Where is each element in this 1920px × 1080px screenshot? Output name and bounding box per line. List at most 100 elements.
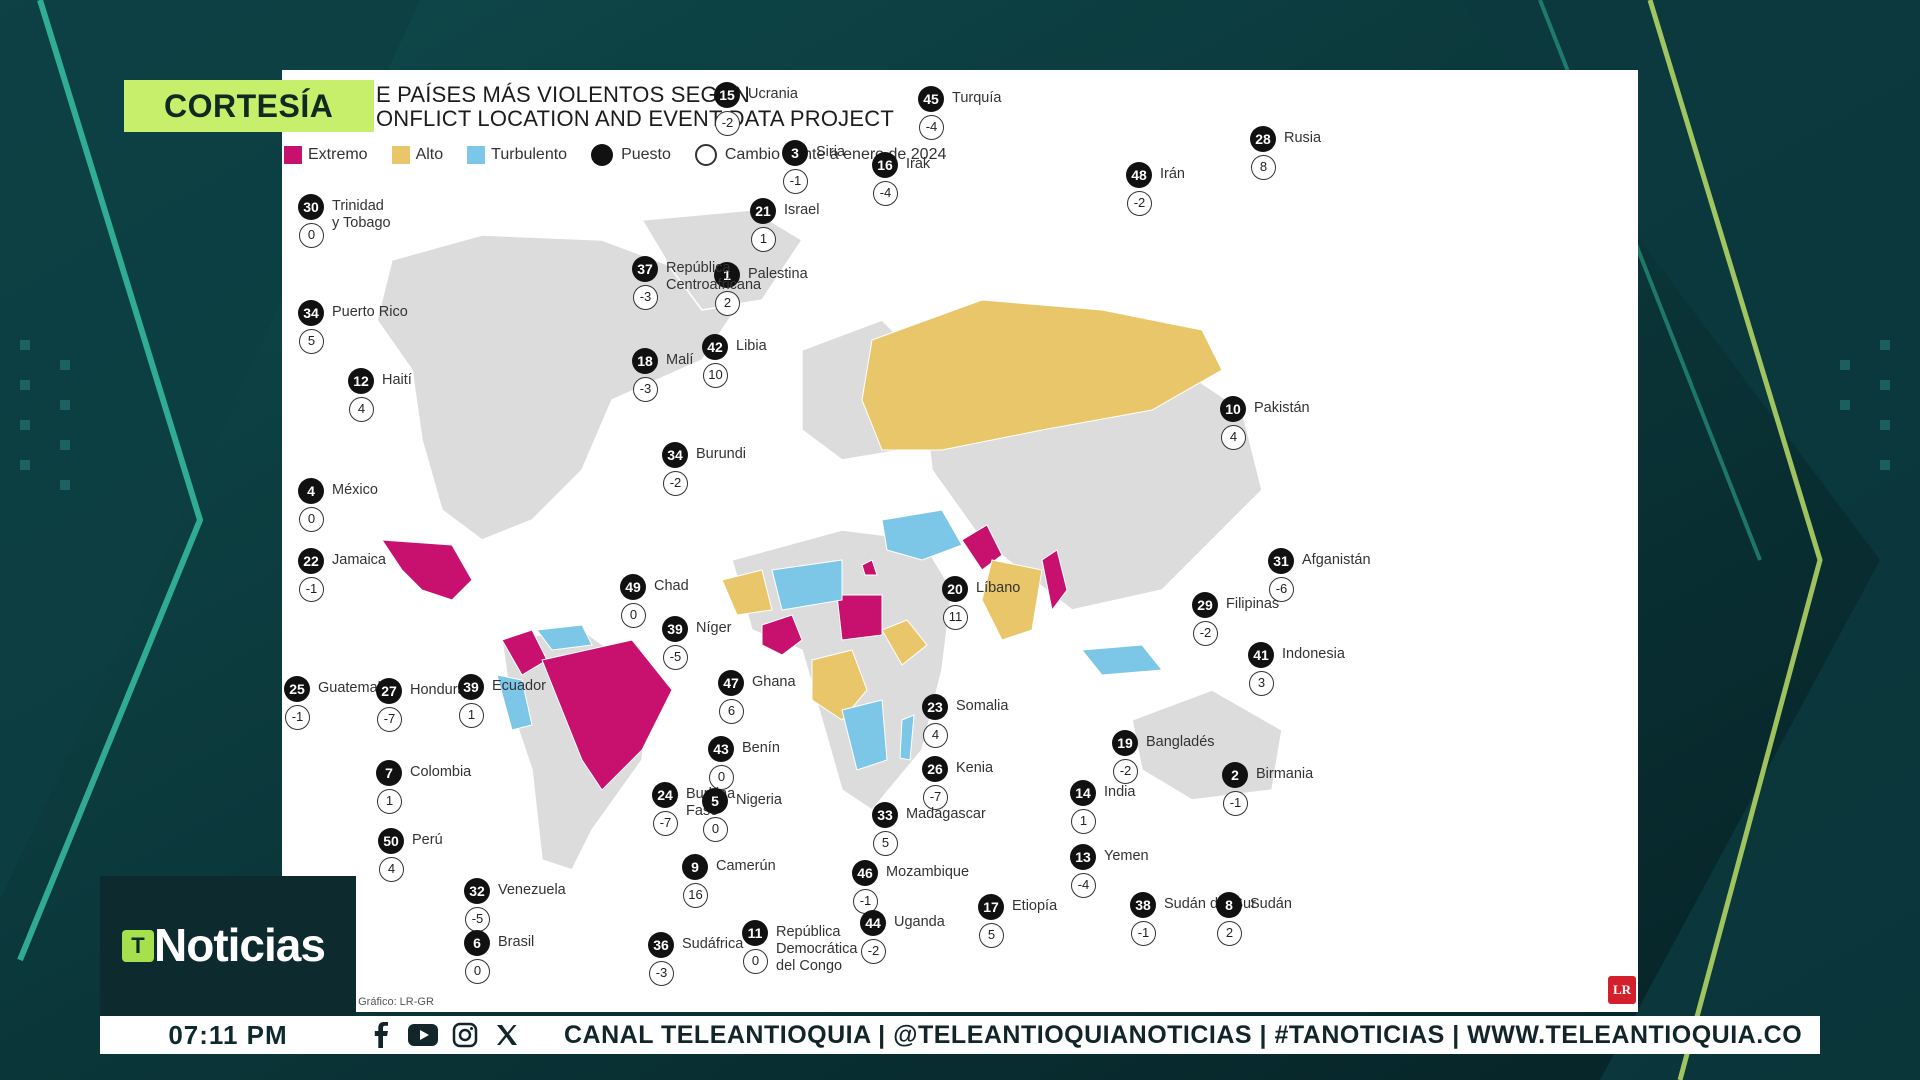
country-name: Yemen [1104, 848, 1149, 864]
rank-badge: 29 [1192, 592, 1218, 618]
country-marker: 12 4 Haití [348, 368, 558, 428]
country-marker: 22 -1 Jamaica [298, 548, 508, 608]
rank-badge: 36 [648, 932, 674, 958]
rank-badge: 11 [742, 920, 768, 946]
country-name: Ecuador [492, 678, 547, 694]
rank-badge: 48 [1126, 162, 1152, 188]
change-badge: 8 [1251, 155, 1276, 180]
country-name: Ucrania [748, 86, 798, 102]
country-marker: 7 1 Colombia [376, 760, 586, 820]
rank-badge: 2 [1222, 762, 1248, 788]
rank-badge: 26 [922, 756, 948, 782]
facebook-icon [364, 1020, 398, 1050]
change-badge: -3 [633, 285, 658, 310]
country-marker: 8 2 Sudán [1216, 892, 1426, 952]
rank-badge: 14 [1070, 780, 1096, 806]
country-marker: 41 3 Indonesia [1248, 642, 1458, 702]
ticker-text: CANAL TELEANTIOQUIA | @TELEANTIOQUIANOTI… [564, 1020, 1803, 1049]
change-badge: -4 [919, 115, 944, 140]
rank-badge: 28 [1250, 126, 1276, 152]
change-badge: -1 [1223, 791, 1248, 816]
country-marker: 4 0 México [298, 478, 508, 538]
change-badge: 3 [1249, 671, 1274, 696]
country-marker: 39 1 Ecuador [458, 674, 668, 734]
change-badge: 4 [923, 723, 948, 748]
country-name: Níger [696, 620, 732, 636]
rank-badge: 4 [298, 478, 324, 504]
country-name: Libia [736, 338, 767, 354]
change-badge: -3 [649, 961, 674, 986]
country-marker: 33 5 Madagascar [872, 802, 1082, 862]
rank-badge: 6 [464, 930, 490, 956]
country-name: Camerún [716, 858, 776, 874]
country-name: Trinidad y Tobago [332, 198, 391, 231]
lr-logo: LR [1608, 976, 1636, 1004]
change-badge: 0 [465, 959, 490, 984]
broadcast-clock: 07:11 PM [100, 1016, 356, 1054]
country-marker: 45 -4 Turquía [918, 86, 1128, 146]
country-marker: 39 -5 Níger [662, 616, 872, 676]
change-badge: -1 [783, 169, 808, 194]
rank-badge: 39 [662, 616, 688, 642]
country-name: Israel [784, 202, 820, 218]
rank-badge: 33 [872, 802, 898, 828]
rank-badge: 21 [750, 198, 776, 224]
rank-badge: 20 [942, 576, 968, 602]
country-name: Puerto Rico [332, 304, 408, 320]
change-badge: 5 [979, 923, 1004, 948]
change-badge: 16 [683, 883, 708, 908]
instagram-icon [448, 1020, 482, 1050]
country-name: Sudáfrica [682, 936, 744, 952]
country-name: Bangladés [1146, 734, 1215, 750]
country-name: Ghana [752, 674, 796, 690]
change-badge: -5 [663, 645, 688, 670]
change-badge: 1 [751, 227, 776, 252]
rank-badge: 19 [1112, 730, 1138, 756]
country-marker: 10 4 Pakistán [1220, 396, 1430, 456]
country-name: Siria [816, 144, 846, 160]
rank-badge: 27 [376, 678, 402, 704]
country-name: Chad [654, 578, 689, 594]
change-badge: -7 [377, 707, 402, 732]
country-name: Birmania [1256, 766, 1314, 782]
logo-mark: T [122, 930, 154, 962]
country-name: India [1104, 784, 1136, 800]
rank-badge: 18 [632, 348, 658, 374]
change-badge: -1 [285, 705, 310, 730]
country-marker: 6 0 Brasil [464, 930, 674, 990]
rank-badge: 7 [376, 760, 402, 786]
country-marker: 23 4 Somalia [922, 694, 1132, 754]
country-marker: 37 -3 República Centroafricana [632, 256, 842, 316]
country-marker: 20 11 Líbano [942, 576, 1152, 636]
country-marker: 47 6 Ghana [718, 670, 928, 730]
change-badge: 5 [299, 329, 324, 354]
rank-badge: 44 [860, 910, 886, 936]
rank-badge: 42 [702, 334, 728, 360]
rank-badge: 16 [872, 152, 898, 178]
country-name: República Democrática del Congo [776, 924, 858, 974]
country-name: Kenia [956, 760, 994, 776]
change-badge: -5 [465, 907, 490, 932]
rank-badge: 41 [1248, 642, 1274, 668]
country-name: Uganda [894, 914, 945, 930]
change-badge: 0 [299, 507, 324, 532]
country-name: República Centroafricana [666, 260, 762, 293]
change-badge: -2 [663, 471, 688, 496]
country-name: Jamaica [332, 552, 386, 568]
youtube-icon [406, 1020, 440, 1050]
change-badge: 10 [703, 363, 728, 388]
country-name: Sudán [1250, 896, 1292, 912]
change-badge: 11 [943, 605, 968, 630]
rank-badge: 25 [284, 676, 310, 702]
graphic-credit: / Gráfico: LR-GR [352, 996, 434, 1008]
change-badge: 1 [377, 789, 402, 814]
change-badge: -2 [1193, 621, 1218, 646]
country-marker: 34 -2 Burundi [662, 442, 872, 502]
country-name: Líbano [976, 580, 1021, 596]
change-badge: 0 [621, 603, 646, 628]
x-icon [490, 1020, 524, 1050]
change-badge: -4 [1071, 873, 1096, 898]
country-name: Irak [906, 156, 931, 172]
rank-badge: 47 [718, 670, 744, 696]
country-name: Afganistán [1302, 552, 1371, 568]
